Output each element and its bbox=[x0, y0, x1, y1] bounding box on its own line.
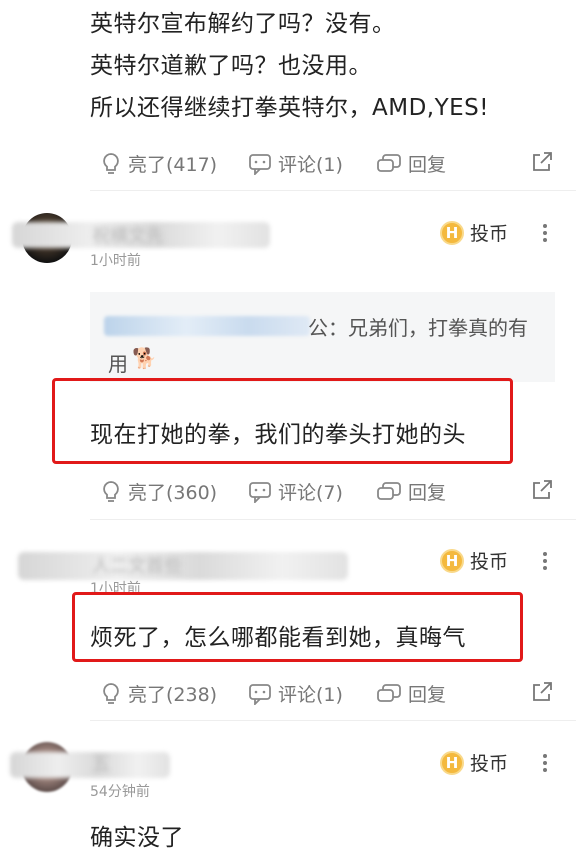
comment-button[interactable]: 评论(7) bbox=[248, 478, 343, 505]
comment-actions: 亮了(360) 评论(7) 回复 bbox=[0, 470, 576, 510]
coin-icon: H bbox=[440, 220, 464, 245]
coin-label: 投币 bbox=[470, 223, 509, 245]
coin-icon: H bbox=[440, 548, 464, 573]
coin-button[interactable]: H 投币 bbox=[440, 219, 508, 246]
username: 祝横文先 bbox=[92, 226, 164, 247]
quoted-username-blurred bbox=[104, 316, 310, 336]
like-count: 亮了(238) bbox=[128, 684, 218, 706]
reply-button[interactable]: 回复 bbox=[376, 150, 446, 177]
comment-time: 54分钟前 bbox=[90, 784, 150, 800]
reply-label: 回复 bbox=[408, 482, 447, 504]
share-button[interactable] bbox=[530, 478, 554, 506]
more-icon[interactable] bbox=[543, 221, 547, 245]
comment-text: 烦死了，怎么哪都能看到她，真晦气 bbox=[90, 625, 466, 651]
username: 五 bbox=[92, 754, 110, 775]
post-actions: 亮了(417) 评论(1) 回复 bbox=[0, 142, 576, 182]
more-icon[interactable] bbox=[543, 751, 547, 775]
like-button[interactable]: 亮了(417) bbox=[100, 150, 217, 177]
comment-count: 评论(7) bbox=[278, 482, 343, 504]
comment-button[interactable]: 评论(1) bbox=[248, 150, 343, 177]
lightbulb-icon bbox=[103, 480, 119, 502]
coin-icon: H bbox=[440, 750, 464, 775]
coin-label: 投币 bbox=[470, 753, 509, 775]
post-line-3: 所以还得继续打拳英特尔，AMD,YES! bbox=[90, 95, 490, 121]
comment-icon bbox=[249, 153, 271, 175]
comment-actions: 亮了(238) 评论(1) 回复 bbox=[0, 672, 576, 712]
share-icon bbox=[533, 480, 552, 499]
reply-button[interactable]: 回复 bbox=[376, 680, 446, 707]
username-blurred[interactable] bbox=[10, 752, 170, 778]
divider bbox=[90, 519, 576, 520]
quoted-text-2: 用 bbox=[108, 352, 128, 376]
like-count: 亮了(360) bbox=[128, 482, 218, 504]
like-button[interactable]: 亮了(360) bbox=[100, 478, 217, 505]
quoted-text: 公：兄弟们，打拳真的有 bbox=[308, 316, 528, 340]
coin-button[interactable]: H 投币 bbox=[440, 749, 508, 776]
comment-count: 评论(1) bbox=[278, 684, 343, 706]
lightbulb-icon bbox=[103, 682, 119, 704]
comment-time: 1小时前 bbox=[90, 253, 141, 269]
username-blurred[interactable] bbox=[18, 552, 348, 580]
comment-count: 评论(1) bbox=[278, 154, 343, 176]
like-count: 亮了(417) bbox=[128, 154, 218, 176]
comment-text: 现在打她的拳，我们的拳头打她的头 bbox=[90, 422, 466, 448]
reply-label: 回复 bbox=[408, 154, 447, 176]
share-button[interactable] bbox=[530, 680, 554, 708]
coin-label: 投币 bbox=[470, 551, 509, 573]
coin-button[interactable]: H 投币 bbox=[440, 547, 508, 574]
lightbulb-icon bbox=[103, 152, 119, 174]
post-line-1: 英特尔宣布解约了吗？没有。 bbox=[90, 11, 396, 37]
quoted-comment: 公：兄弟们，打拳真的有 用 🐕 bbox=[90, 292, 555, 382]
divider bbox=[90, 720, 576, 721]
like-button[interactable]: 亮了(238) bbox=[100, 680, 217, 707]
comment-button[interactable]: 评论(1) bbox=[248, 680, 343, 707]
post-line-2: 英特尔道歉了吗？也没用。 bbox=[90, 53, 372, 79]
share-icon bbox=[533, 682, 552, 701]
reply-label: 回复 bbox=[408, 684, 447, 706]
comment-text: 确实没了 bbox=[90, 825, 184, 851]
shiba-emoji-icon: 🐕 bbox=[132, 346, 157, 370]
divider bbox=[90, 190, 576, 191]
comment-icon bbox=[249, 481, 271, 503]
more-icon[interactable] bbox=[543, 549, 547, 573]
reply-icon bbox=[377, 153, 401, 172]
comment-icon bbox=[249, 683, 271, 705]
reply-icon bbox=[377, 683, 401, 702]
share-icon bbox=[533, 152, 552, 171]
reply-icon bbox=[377, 481, 401, 500]
username: 人二文首些 bbox=[92, 556, 182, 577]
reply-button[interactable]: 回复 bbox=[376, 478, 446, 505]
share-button[interactable] bbox=[530, 150, 554, 178]
